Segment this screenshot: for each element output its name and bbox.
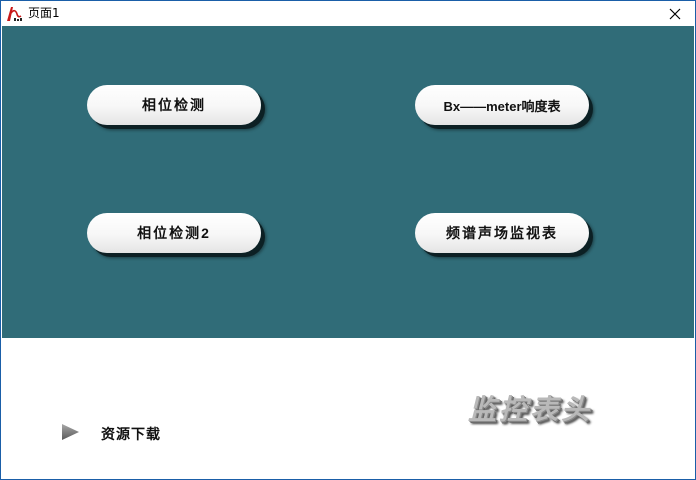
phase-detect-2-button[interactable]: 相位检测2 bbox=[87, 213, 261, 253]
footer-panel: 资源下载 监控表头 bbox=[2, 338, 694, 479]
title-bar: 页面1 bbox=[1, 1, 695, 26]
app-logo-icon bbox=[5, 4, 23, 22]
close-icon bbox=[669, 8, 681, 20]
bx-meter-loudness-button[interactable]: Bx——meter响度表 bbox=[415, 85, 589, 125]
play-triangle-icon[interactable] bbox=[59, 421, 81, 443]
app-window: 页面1 相位检测 Bx——meter响度表 相位检测2 频谱声场监视表 资源下载… bbox=[0, 0, 696, 480]
resource-download-link[interactable]: 资源下载 bbox=[101, 424, 161, 444]
spectrum-sound-field-monitor-button[interactable]: 频谱声场监视表 bbox=[415, 213, 589, 253]
window-title: 页面1 bbox=[28, 6, 60, 20]
close-button[interactable] bbox=[655, 1, 695, 26]
button-panel: 相位检测 Bx——meter响度表 相位检测2 频谱声场监视表 bbox=[2, 26, 694, 338]
phase-detect-button[interactable]: 相位检测 bbox=[87, 85, 261, 125]
brand-title: 监控表头 bbox=[468, 393, 593, 426]
